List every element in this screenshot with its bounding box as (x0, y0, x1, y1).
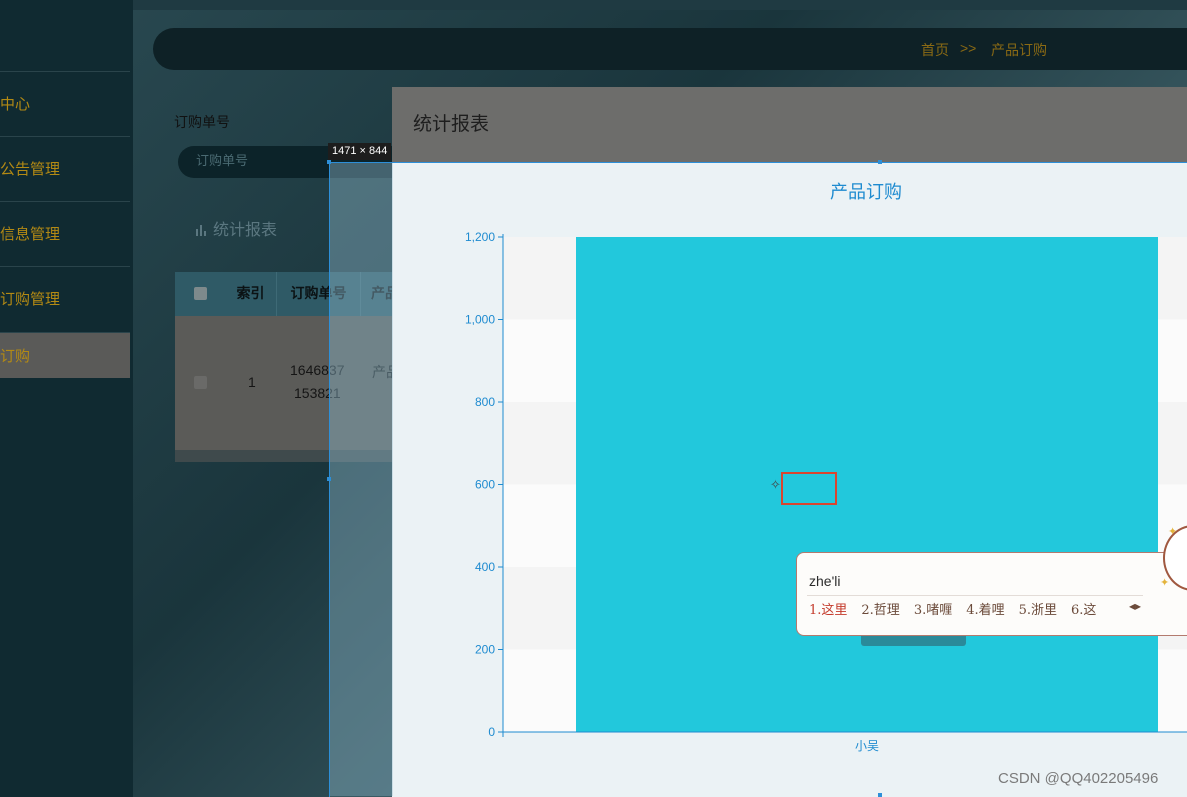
y-tick-label: 800 (475, 395, 495, 409)
x-tick-label: 小吴 (855, 739, 879, 753)
ime-page-arrows-icon[interactable]: ◂▸ (1129, 599, 1141, 613)
ime-candidate[interactable]: 3.啫喱 (914, 603, 952, 618)
ime-composition: zhe'li (809, 573, 841, 589)
ime-candidates: 1.这里 2.哲理 3.啫喱 4.着哩 5.浙里 6.这 (809, 599, 1110, 618)
ime-candidate[interactable]: 1.这里 (809, 603, 847, 618)
y-tick-label: 1,000 (465, 313, 495, 327)
ime-candidate[interactable]: 2.哲理 (861, 603, 899, 618)
ime-candidate[interactable]: 6.这 (1071, 603, 1096, 618)
watermark: CSDN @QQ402205496 (998, 770, 1159, 787)
y-tick-label: 0 (488, 725, 495, 739)
cursor-highlight-box (781, 472, 837, 505)
y-tick-label: 200 (475, 643, 495, 657)
y-tick-label: 600 (475, 478, 495, 492)
ime-candidate[interactable]: 5.浙里 (1019, 603, 1057, 618)
y-tick-label: 1,200 (465, 230, 495, 244)
bar (576, 237, 1158, 732)
bar-chart: 小吴 0 200 400 600 800 1,000 1,200 (465, 230, 1187, 753)
ime-candidate-window[interactable]: zhe'li 1.这里 2.哲理 3.啫喱 4.着哩 5.浙里 6.这 ◂▸ (796, 552, 1187, 636)
crosshair-cursor-icon: ✧ (770, 478, 781, 493)
ime-divider (807, 595, 1143, 596)
ime-candidate[interactable]: 4.着哩 (966, 603, 1004, 618)
y-tick-label: 400 (475, 560, 495, 574)
sparkle-icon: ✦ (1160, 576, 1170, 589)
sparkle-icon: ✦ (1168, 525, 1178, 538)
